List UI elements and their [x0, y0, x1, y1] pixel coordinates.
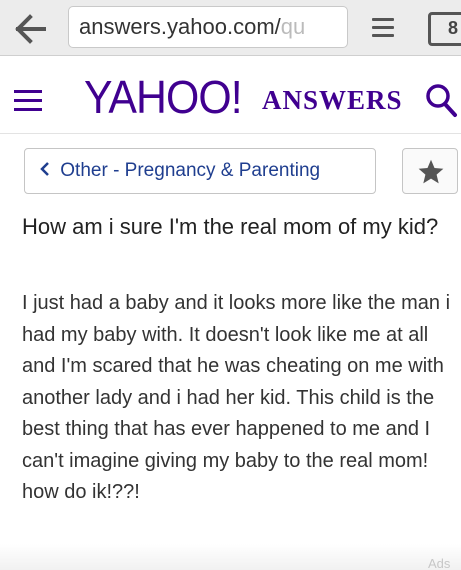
tab-count: 8 [448, 18, 459, 38]
ad-label: Ads [428, 556, 451, 570]
star-icon [418, 159, 444, 184]
tabs-icon[interactable]: 8 [428, 12, 461, 46]
hamburger-icon[interactable] [14, 90, 42, 112]
url-bar[interactable]: answers.yahoo.com/qu [68, 6, 348, 48]
menu-icon[interactable] [372, 18, 394, 38]
question-body: I just had a baby and it looks more like… [22, 292, 451, 503]
page-bottom-divider [0, 544, 461, 570]
url-faded-text: qu [280, 14, 306, 39]
logo-yahoo[interactable]: YAHOO! [84, 72, 243, 122]
search-icon[interactable] [424, 82, 458, 118]
chevron-left-icon [39, 149, 55, 193]
category-breadcrumb[interactable]: Other - Pregnancy & Parenting [24, 148, 376, 194]
question-title: How am i sure I'm the real mom of my kid… [22, 214, 439, 239]
breadcrumb-label: Other - Pregnancy & Parenting [60, 160, 321, 181]
logo-answers[interactable]: ANSWERS [262, 85, 403, 115]
back-arrow-icon[interactable] [14, 12, 48, 46]
star-button[interactable] [402, 148, 458, 194]
site-header: YAHOO! ANSWERS [0, 56, 461, 134]
browser-toolbar: answers.yahoo.com/qu 8 [0, 0, 461, 56]
url-text: answers.yahoo.com/ [79, 14, 281, 39]
